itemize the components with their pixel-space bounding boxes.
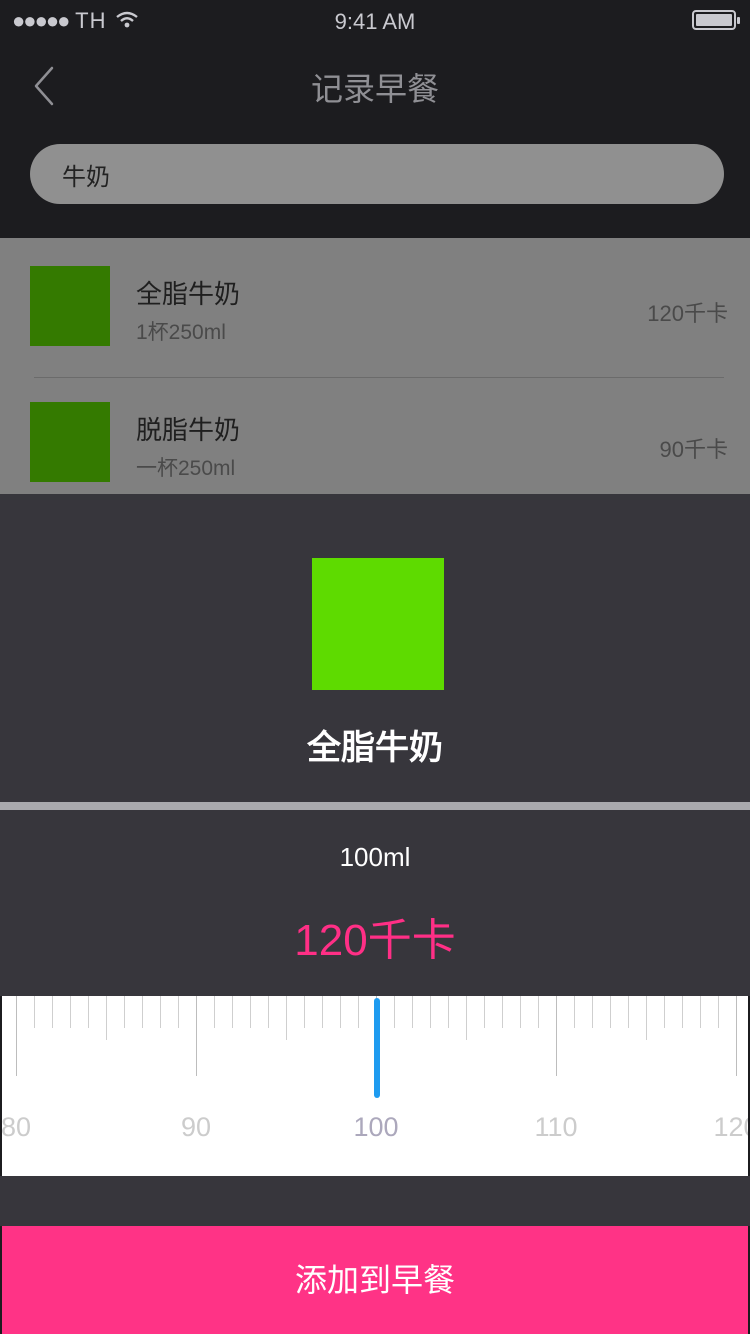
- food-detail-panel: 全脂牛奶: [0, 494, 750, 802]
- ruler-tick: [556, 996, 557, 1076]
- ruler-tick: [520, 996, 521, 1028]
- food-portion: 一杯250ml: [136, 457, 236, 480]
- ruler-tick: [160, 996, 161, 1028]
- ruler-label: 120: [713, 1112, 748, 1142]
- food-result-list: 全脂牛奶 1杯250ml 120千卡 脱脂牛奶 一杯250ml 90千卡: [0, 238, 750, 494]
- ruler-tick: [88, 996, 89, 1028]
- ruler-tick: [592, 996, 593, 1028]
- ruler-tick: [610, 996, 611, 1028]
- food-name: 脱脂牛奶: [136, 415, 241, 445]
- ruler-tick: [16, 996, 17, 1076]
- food-image: [312, 558, 444, 690]
- ruler-tick: [736, 996, 737, 1076]
- ruler-tick: [142, 996, 143, 1028]
- ruler-label: 110: [534, 1112, 578, 1142]
- ruler-tick: [322, 996, 323, 1028]
- search-field[interactable]: [30, 144, 724, 204]
- food-thumbnail: [30, 266, 110, 346]
- battery-icon: [692, 10, 740, 30]
- ruler-tick: [538, 996, 539, 1028]
- ruler-tick: [214, 996, 215, 1028]
- add-to-breakfast-button[interactable]: 添加到早餐: [2, 1226, 748, 1334]
- ruler-tick: [448, 996, 449, 1028]
- food-list-item[interactable]: 脱脂牛奶 一杯250ml 90千卡: [0, 374, 750, 502]
- ruler-tick: [196, 996, 197, 1076]
- ruler-tick: [52, 996, 53, 1028]
- ruler-tick: [412, 996, 413, 1028]
- ruler-pointer[interactable]: [374, 998, 380, 1098]
- ruler-tick: [430, 996, 431, 1028]
- ruler-tick: [484, 996, 485, 1028]
- ruler-tick: [574, 996, 575, 1028]
- food-detail-name: 全脂牛奶: [307, 729, 443, 767]
- page-title: 记录早餐: [310, 71, 439, 107]
- calorie-value: 120千卡: [294, 916, 456, 965]
- food-thumbnail: [30, 402, 110, 482]
- status-bar: ●●●●● TH 9:41 AM: [0, 0, 750, 44]
- bottom-spacer: [0, 1176, 750, 1226]
- ruler-tick: [178, 996, 179, 1028]
- amount-panel: 100ml 120千卡: [0, 810, 750, 996]
- ruler-tick: [340, 996, 341, 1028]
- ruler-tick: [718, 996, 719, 1028]
- food-kcal: 90千卡: [659, 437, 728, 462]
- ruler-label: 90: [180, 1112, 212, 1142]
- ruler-tick: [358, 996, 359, 1028]
- ruler-tick: [502, 996, 503, 1028]
- ruler-label: 80: [2, 1112, 32, 1142]
- amount-ruler-slider[interactable]: 80 90 100 110 120: [2, 996, 748, 1176]
- nav-bar: 记录早餐: [0, 44, 750, 132]
- ruler-tick: [466, 996, 467, 1040]
- ruler-tick: [250, 996, 251, 1028]
- ruler-label-selected: 100: [353, 1112, 399, 1142]
- food-portion: 1杯250ml: [136, 321, 226, 344]
- ruler-tick: [286, 996, 287, 1040]
- section-divider: [0, 802, 750, 810]
- ruler-tick: [628, 996, 629, 1028]
- status-time: 9:41 AM: [334, 9, 416, 34]
- ruler-tick: [124, 996, 125, 1028]
- ruler-tick: [70, 996, 71, 1028]
- food-name: 全脂牛奶: [136, 279, 241, 309]
- ruler-tick: [232, 996, 233, 1028]
- ruler-tick: [646, 996, 647, 1040]
- ruler-tick: [34, 996, 35, 1028]
- ruler-tick: [682, 996, 683, 1028]
- ruler-tick: [304, 996, 305, 1028]
- ruler-tick: [664, 996, 665, 1028]
- ruler-tick: [268, 996, 269, 1028]
- food-list-item[interactable]: 全脂牛奶 1杯250ml 120千卡: [0, 238, 750, 366]
- ruler-tick: [394, 996, 395, 1028]
- ruler-tick: [106, 996, 107, 1040]
- search-input[interactable]: [62, 144, 682, 204]
- food-kcal: 120千卡: [647, 301, 728, 326]
- ruler-tick: [700, 996, 701, 1028]
- amount-label: 100ml: [339, 842, 411, 872]
